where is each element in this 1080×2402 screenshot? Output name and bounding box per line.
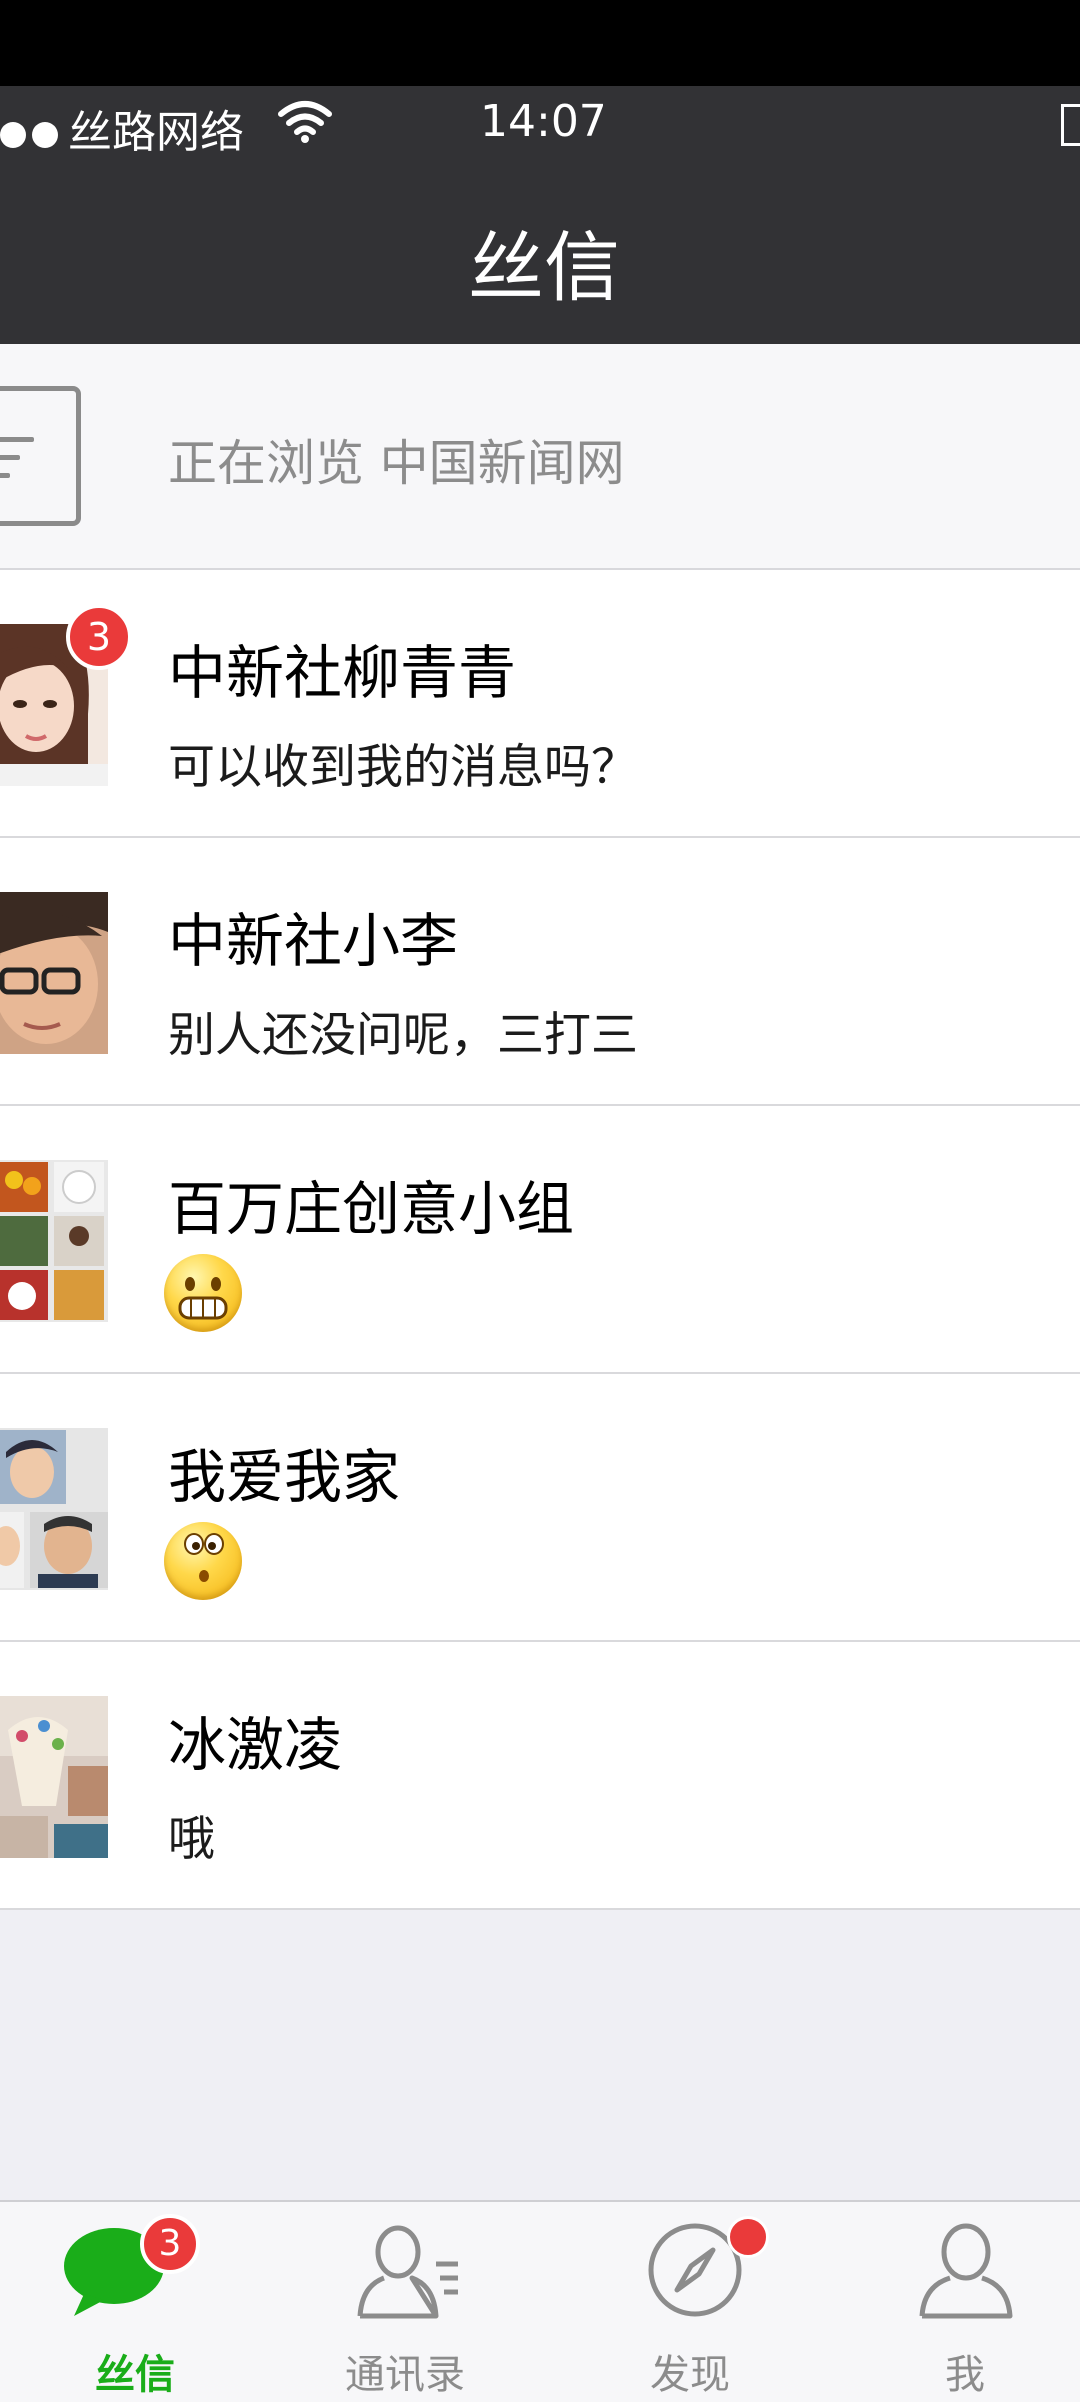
tab-bar: 3 丝信 通讯录 发现 我 (0, 2200, 1080, 2402)
tab-contacts[interactable]: 通讯录 (270, 2202, 540, 2402)
tab-me[interactable]: 我 (830, 2202, 1080, 2402)
chat-last-message: 别人还没问呢，三打三 (168, 1008, 638, 1063)
avatar (0, 892, 108, 1054)
chat-name: 我爱我家 (168, 1443, 401, 1511)
chat-last-message: 可以收到我的消息吗？ (168, 740, 638, 795)
surprised-emoji (164, 1522, 242, 1600)
chat-item[interactable]: 中新社小李 别人还没问呢，三打三 (0, 838, 1080, 1106)
tab-messages[interactable]: 3 丝信 (0, 2202, 270, 2402)
signal-dots-icon (0, 108, 64, 148)
nav-bar: 丝信 (0, 160, 1080, 344)
person-icon (919, 2223, 1013, 2319)
unread-badge: 3 (140, 2214, 200, 2274)
chat-list: 3 中新社柳青青 可以收到我的消息吗？ 中新社小李 别人还没问呢，三打三 百万庄… (0, 570, 1080, 1910)
new-dot-badge (727, 2216, 769, 2258)
chat-name: 百万庄创意小组 (168, 1175, 575, 1243)
browsing-text: 正在浏览 中国新闻网 (168, 435, 625, 492)
browser-window-icon (0, 386, 81, 526)
group-avatar (0, 1428, 108, 1590)
tab-label: 丝信 (95, 2352, 175, 2398)
chat-name: 中新社小李 (168, 907, 459, 975)
chat-item[interactable]: 冰激凌 哦 (0, 1642, 1080, 1910)
avatar (0, 1696, 108, 1858)
chat-name: 冰激凌 (168, 1711, 343, 1779)
chat-last-message: 哦 (168, 1812, 215, 1867)
contacts-icon (357, 2225, 458, 2319)
chat-name: 中新社柳青青 (168, 639, 517, 707)
tab-label: 发现 (650, 2352, 730, 2398)
browsing-banner[interactable]: 正在浏览 中国新闻网 (0, 344, 1080, 570)
chat-item[interactable]: 我爱我家 (0, 1374, 1080, 1642)
tab-label: 我 (945, 2352, 985, 2398)
tab-discover[interactable]: 发现 (555, 2202, 825, 2402)
status-bar: 丝路网络 14:07 (0, 86, 1080, 160)
grin-emoji (164, 1254, 242, 1332)
unread-badge: 3 (66, 604, 132, 670)
wifi-icon (278, 101, 332, 143)
tab-label: 通讯录 (345, 2352, 465, 2398)
group-avatar (0, 1160, 108, 1322)
carrier-name: 丝路网络 (68, 107, 244, 158)
status-time: 14:07 (480, 96, 607, 147)
chat-item[interactable]: 3 中新社柳青青 可以收到我的消息吗？ (0, 570, 1080, 838)
chat-item[interactable]: 百万庄创意小组 (0, 1106, 1080, 1374)
top-black-bar (0, 0, 1080, 86)
page-title: 丝信 (468, 223, 620, 312)
battery-icon (1061, 104, 1080, 146)
